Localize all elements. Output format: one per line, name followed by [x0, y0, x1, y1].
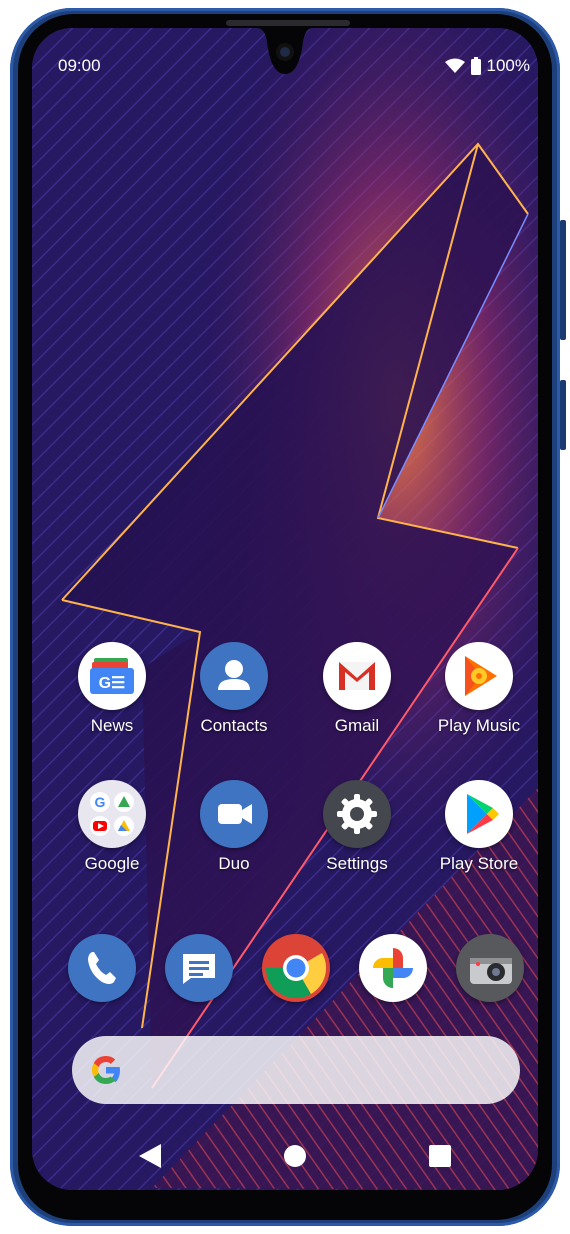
chrome-icon[interactable]: [262, 934, 330, 1002]
clock: 09:00: [58, 56, 101, 75]
google-news-icon: G☰: [78, 642, 146, 710]
app-label-contacts: Contacts: [200, 716, 268, 735]
app-news[interactable]: G☰ News: [57, 642, 167, 736]
google-folder-icon: G: [78, 780, 146, 848]
home-icon[interactable]: [282, 1143, 308, 1169]
duo-icon: [200, 780, 268, 848]
status-icons: 100%: [444, 56, 530, 76]
app-label-settings: Settings: [326, 854, 388, 873]
app-google-folder[interactable]: G Google: [57, 780, 167, 874]
app-label-news: News: [90, 716, 134, 735]
app-label-duo: Duo: [218, 854, 250, 873]
app-label-play-store: Play Store: [439, 854, 519, 873]
battery-icon: [470, 57, 481, 75]
navigation-bar: [32, 1138, 538, 1174]
dock: [32, 934, 538, 1004]
app-duo[interactable]: Duo: [179, 780, 289, 874]
google-search-bar[interactable]: [72, 1036, 520, 1104]
recents-icon[interactable]: [428, 1144, 452, 1168]
wallpaper: [32, 28, 538, 1190]
volume-button: [560, 220, 566, 340]
home-screen: 09:00 100% G☰ News Contacts Gmail Play M…: [32, 28, 538, 1190]
app-play-music[interactable]: Play Music: [424, 642, 534, 736]
app-gmail[interactable]: Gmail: [302, 642, 412, 736]
wifi-icon: [444, 58, 465, 73]
gmail-icon: [323, 642, 391, 710]
earpiece-speaker: [226, 20, 350, 26]
app-label-gmail: Gmail: [334, 716, 380, 735]
gear-icon: [323, 780, 391, 848]
camera-icon[interactable]: [456, 934, 524, 1002]
app-label-play-music: Play Music: [437, 716, 521, 735]
app-play-store[interactable]: Play Store: [424, 780, 534, 874]
google-g-icon: [92, 1056, 120, 1084]
contacts-icon: [200, 642, 268, 710]
app-contacts[interactable]: Contacts: [179, 642, 289, 736]
back-icon[interactable]: [137, 1142, 163, 1170]
photos-icon[interactable]: [359, 934, 427, 1002]
app-label-google: Google: [84, 854, 140, 873]
power-button: [560, 380, 566, 450]
battery-percent: 100%: [486, 56, 530, 75]
svg-text:G: G: [95, 794, 106, 810]
front-camera-notch: [257, 28, 313, 74]
play-music-icon: [445, 642, 513, 710]
messages-icon[interactable]: [165, 934, 233, 1002]
svg-text:G☰: G☰: [99, 675, 126, 692]
phone-icon[interactable]: [68, 934, 136, 1002]
app-settings[interactable]: Settings: [302, 780, 412, 874]
play-store-icon: [445, 780, 513, 848]
